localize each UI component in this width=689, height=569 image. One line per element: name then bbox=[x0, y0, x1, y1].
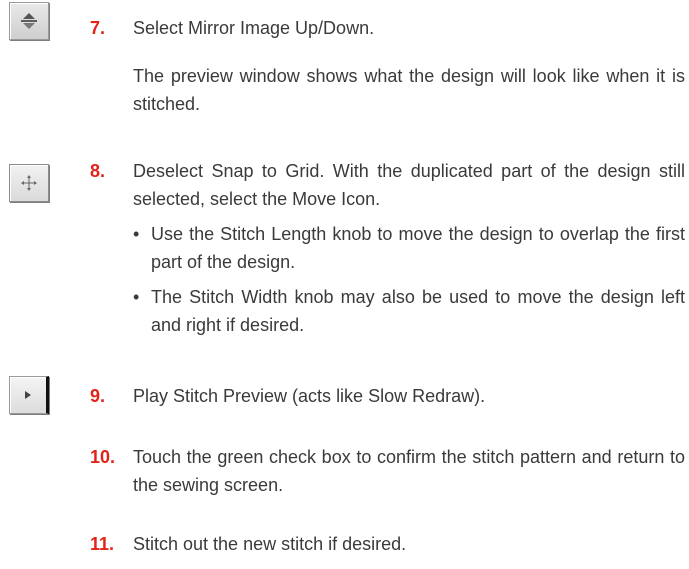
bullet-item: Use the Stitch Length knob to move the d… bbox=[133, 220, 685, 276]
step-instruction: Stitch out the new stitch if desired. bbox=[133, 534, 407, 554]
step-text: Select Mirror Image Up/Down. The preview… bbox=[133, 14, 685, 118]
step-instruction: Select Mirror Image Up/Down. bbox=[133, 18, 375, 38]
play-icon bbox=[25, 391, 31, 399]
play-stitch-preview-button[interactable] bbox=[9, 376, 49, 414]
step-number: 8. bbox=[90, 161, 106, 181]
move-button[interactable] bbox=[9, 164, 49, 202]
step-text: Deselect Snap to Grid. With the duplicat… bbox=[133, 157, 685, 339]
move-icon bbox=[21, 175, 37, 191]
step-text: Touch the green check box to confirm the… bbox=[133, 443, 685, 499]
step-instruction: Touch the green check box to confirm the… bbox=[133, 447, 685, 495]
step-number: 10. bbox=[90, 447, 116, 467]
mirror-up-down-button[interactable] bbox=[9, 2, 49, 40]
step-paragraph: The preview window shows what the design… bbox=[133, 66, 685, 114]
step-number: 7. bbox=[90, 18, 106, 38]
step-number: 9. bbox=[90, 386, 106, 406]
step-text: Stitch out the new stitch if desired. bbox=[133, 530, 685, 558]
step-instruction: Deselect Snap to Grid. With the duplicat… bbox=[133, 161, 685, 209]
step-number: 11. bbox=[90, 534, 115, 554]
mirror-up-down-icon bbox=[21, 13, 37, 29]
bullet-list: Use the Stitch Length knob to move the d… bbox=[133, 220, 685, 339]
step-instruction: Play Stitch Preview (acts like Slow Redr… bbox=[133, 386, 486, 406]
step-text: Play Stitch Preview (acts like Slow Redr… bbox=[133, 382, 685, 410]
bullet-item: The Stitch Width knob may also be used t… bbox=[133, 283, 685, 339]
